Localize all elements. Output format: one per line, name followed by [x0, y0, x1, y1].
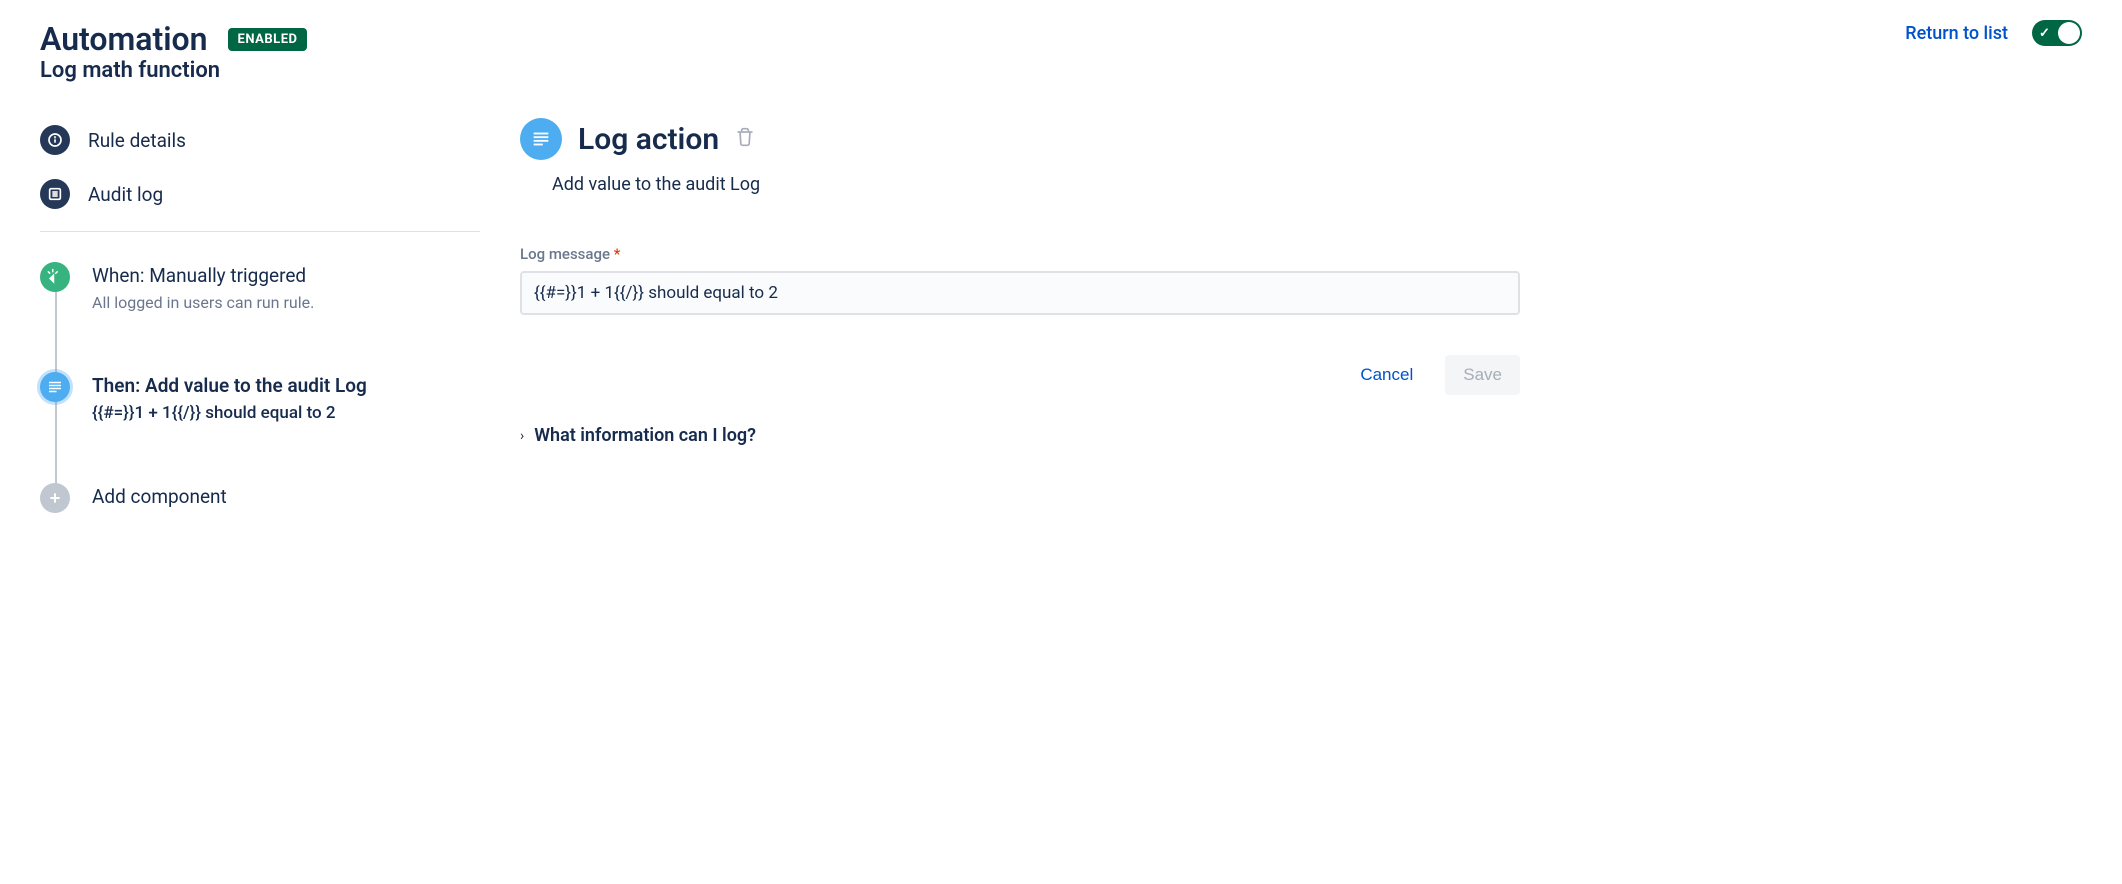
- step-subtitle: All logged in users can run rule.: [92, 293, 480, 312]
- enabled-toggle[interactable]: ✓: [2032, 20, 2082, 46]
- panel-title: Log action: [578, 122, 719, 157]
- plus-icon: [40, 483, 70, 513]
- rule-name: Log math function: [40, 58, 480, 83]
- panel-description: Add value to the audit Log: [552, 174, 1520, 195]
- log-message-input[interactable]: [520, 271, 1520, 315]
- step-title: Then: Add value to the audit Log: [92, 374, 480, 397]
- expander-label: What information can I log?: [534, 425, 756, 446]
- nav-label: Rule details: [88, 129, 186, 152]
- check-icon: ✓: [2039, 26, 2050, 41]
- info-icon: [40, 125, 70, 155]
- nav-audit-log[interactable]: Audit log: [40, 167, 480, 221]
- chevron-right-icon: ›: [520, 428, 524, 444]
- status-badge: ENABLED: [228, 28, 308, 51]
- return-to-list-link[interactable]: Return to list: [1905, 23, 2008, 44]
- what-info-expander[interactable]: › What information can I log?: [520, 425, 1520, 446]
- step-add-component[interactable]: Add component: [40, 483, 480, 514]
- step-then[interactable]: Then: Add value to the audit Log {{#=}}1…: [40, 372, 480, 483]
- save-button[interactable]: Save: [1445, 355, 1520, 395]
- nav-label: Audit log: [88, 183, 163, 206]
- log-icon: [40, 372, 70, 402]
- page-title: Automation: [40, 20, 208, 58]
- list-icon: [40, 179, 70, 209]
- cancel-button[interactable]: Cancel: [1348, 357, 1425, 393]
- toggle-knob: [2058, 22, 2080, 44]
- step-title: When: Manually triggered: [92, 264, 480, 287]
- nav-rule-details[interactable]: Rule details: [40, 113, 480, 167]
- log-message-label: Log message *: [520, 245, 1520, 263]
- step-when[interactable]: When: Manually triggered All logged in u…: [40, 262, 480, 372]
- step-title: Add component: [92, 485, 480, 508]
- trigger-icon: [40, 262, 70, 292]
- step-subtitle: {{#=}}1 + 1{{/}} should equal to 2: [92, 403, 480, 423]
- required-star-icon: *: [614, 245, 621, 263]
- log-action-icon: [520, 118, 562, 160]
- delete-button[interactable]: [735, 127, 755, 151]
